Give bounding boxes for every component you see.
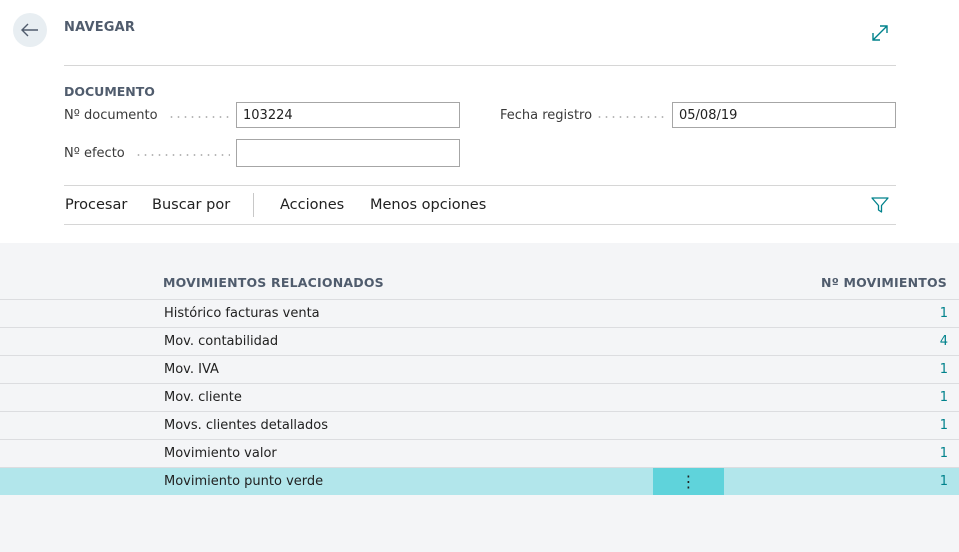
table-row[interactable]: Mov. cliente 1 (0, 383, 959, 411)
row-count[interactable]: 4 (940, 334, 948, 349)
posting-date-input[interactable] (672, 102, 896, 128)
posting-date-label: Fecha registro (500, 108, 593, 123)
row-count[interactable]: 1 (940, 390, 948, 405)
row-count[interactable]: 1 (940, 474, 948, 489)
section-title-documento: DOCUMENTO (64, 84, 155, 99)
row-name[interactable]: Mov. contabilidad (164, 334, 278, 349)
effect-no-label: Nº efecto (64, 146, 125, 161)
column-header-related-entries[interactable]: MOVIMIENTOS RELACIONADOS (163, 275, 384, 290)
row-name[interactable]: Mov. cliente (164, 390, 242, 405)
row-name[interactable]: Movs. clientes detallados (164, 418, 328, 433)
table-row[interactable]: Mov. IVA 1 (0, 355, 959, 383)
expand-icon[interactable] (870, 23, 890, 43)
actions-menu[interactable]: Acciones (280, 197, 344, 213)
divider (64, 65, 896, 66)
leader-dots (168, 116, 230, 118)
filter-icon[interactable] (870, 196, 890, 214)
divider (64, 185, 896, 186)
row-name[interactable]: Movimiento punto verde (164, 474, 323, 489)
vertical-ellipsis-icon: ⋮ (680, 472, 697, 491)
page-title: NAVEGAR (64, 20, 136, 35)
column-header-entry-count[interactable]: Nº MOVIMIENTOS (821, 275, 947, 290)
related-entries-list: MOVIMIENTOS RELACIONADOS Nº MOVIMIENTOS … (0, 243, 959, 552)
row-count[interactable]: 1 (940, 418, 948, 433)
doc-no-label: Nº documento (64, 108, 158, 123)
doc-no-input[interactable] (236, 102, 460, 128)
leader-dots (596, 116, 664, 118)
table-row[interactable]: Movimiento valor 1 (0, 439, 959, 467)
row-count[interactable]: 1 (940, 362, 948, 377)
leader-dots (135, 154, 230, 156)
row-menu-button[interactable]: ⋮ (653, 468, 724, 495)
fewer-options-button[interactable]: Menos opciones (370, 197, 486, 213)
page-header: NAVEGAR DOCUMENTO Nº documento Fecha reg… (0, 0, 959, 243)
effect-no-input[interactable] (236, 139, 460, 167)
arrow-left-icon (21, 23, 38, 37)
row-count[interactable]: 1 (940, 446, 948, 461)
table-row[interactable]: Movs. clientes detallados 1 (0, 411, 959, 439)
row-name[interactable]: Histórico facturas venta (164, 306, 320, 321)
divider (253, 193, 254, 217)
table-row[interactable]: Mov. contabilidad 4 (0, 327, 959, 355)
table-row-selected[interactable]: Movimiento punto verde ⋮ 1 (0, 467, 959, 495)
back-button[interactable] (13, 13, 47, 47)
find-by-menu[interactable]: Buscar por (152, 197, 230, 213)
row-name[interactable]: Movimiento valor (164, 446, 277, 461)
divider (64, 224, 896, 225)
row-name[interactable]: Mov. IVA (164, 362, 219, 377)
row-count[interactable]: 1 (940, 306, 948, 321)
table-row[interactable]: Histórico facturas venta 1 (0, 299, 959, 327)
process-menu[interactable]: Procesar (65, 197, 127, 213)
